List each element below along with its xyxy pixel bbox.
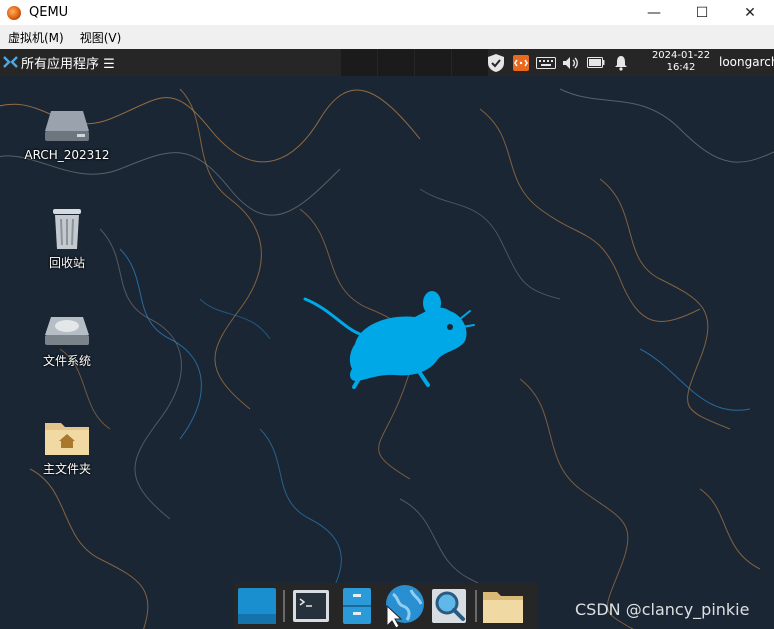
qemu-titlebar: QEMU — ☐ ✕ — [0, 0, 774, 25]
desktop-icon-label: 回收站 — [48, 256, 85, 270]
xfce-mouse-logo — [303, 291, 475, 389]
magnifier-search-icon — [432, 589, 466, 623]
panel-clock[interactable]: 2024-01-22 16:42 — [646, 50, 716, 74]
folder-icon — [483, 592, 523, 623]
dock-separator — [283, 590, 285, 622]
desktop-icon-filesystem[interactable]: 文件系统 — [22, 313, 112, 369]
clock-date: 2024-01-22 — [651, 50, 711, 61]
terminal-icon — [293, 590, 329, 622]
minimize-button[interactable]: — — [630, 0, 678, 25]
applications-menu-label: 所有应用程序 ☰ — [21, 57, 115, 72]
menu-view[interactable]: 视图(V) — [72, 29, 130, 46]
trash-icon — [53, 209, 81, 249]
security-shield-icon[interactable] — [485, 49, 507, 76]
close-button[interactable]: ✕ — [726, 0, 774, 25]
desktop-icon-arch-drive[interactable]: ARCH_202312 — [22, 105, 112, 162]
system-tray — [485, 49, 635, 76]
top-panel: 所有应用程序 ☰ 2024-01-22 16:42 loongarch — [0, 49, 774, 76]
desktop-icon-trash[interactable]: 回收站 — [22, 205, 112, 271]
dock-home-folder-button[interactable] — [480, 583, 526, 629]
home-folder-icon — [45, 423, 89, 455]
workspace-3[interactable] — [415, 49, 452, 76]
window-controls: — ☐ ✕ — [630, 0, 774, 25]
guest-screen[interactable]: 所有应用程序 ☰ 2024-01-22 16:42 loongarch ARCH… — [0, 49, 774, 629]
bottom-dock — [234, 583, 538, 629]
show-desktop-icon — [238, 588, 276, 624]
workspace-1[interactable] — [341, 49, 378, 76]
dock-web-browser-button[interactable] — [380, 583, 426, 629]
battery-icon[interactable] — [585, 49, 607, 76]
maximize-button[interactable]: ☐ — [678, 0, 726, 25]
drive-icon — [45, 111, 89, 141]
desktop-icon-label: ARCH_202312 — [24, 148, 110, 162]
dock-terminal-button[interactable] — [288, 583, 334, 629]
dock-app-finder-button[interactable] — [426, 583, 472, 629]
dock-show-desktop-button[interactable] — [234, 583, 280, 629]
filesystem-icon — [45, 317, 89, 345]
desktop-icon-label: 主文件夹 — [42, 462, 91, 476]
dock-file-manager-button[interactable] — [334, 583, 380, 629]
file-cabinet-icon — [343, 588, 371, 624]
user-menu[interactable]: loongarch — [719, 55, 774, 69]
workspace-4[interactable] — [452, 49, 489, 76]
workspace-2[interactable] — [378, 49, 415, 76]
globe-browser-icon — [386, 585, 424, 628]
desktop-icon-home[interactable]: 主文件夹 — [22, 417, 112, 477]
keyboard-icon[interactable] — [535, 49, 557, 76]
csdn-watermark: CSDN @clancy_pinkie — [575, 600, 750, 619]
menu-machine[interactable]: 虚拟机(M) — [0, 29, 72, 46]
dock-separator — [475, 590, 477, 622]
applications-menu-button[interactable]: 所有应用程序 ☰ — [0, 49, 341, 76]
clock-time: 16:42 — [666, 62, 696, 73]
notification-bell-icon[interactable] — [610, 49, 632, 76]
network-orange-icon[interactable] — [510, 49, 532, 76]
xfce-logo-icon — [3, 56, 18, 68]
workspace-switcher — [341, 49, 489, 76]
desktop-icon-label: 文件系统 — [42, 354, 91, 368]
window-title: QEMU — [29, 5, 69, 20]
qemu-menubar: 虚拟机(M) 视图(V) — [0, 25, 774, 49]
volume-icon[interactable] — [560, 49, 582, 76]
qemu-app-icon — [7, 5, 21, 20]
